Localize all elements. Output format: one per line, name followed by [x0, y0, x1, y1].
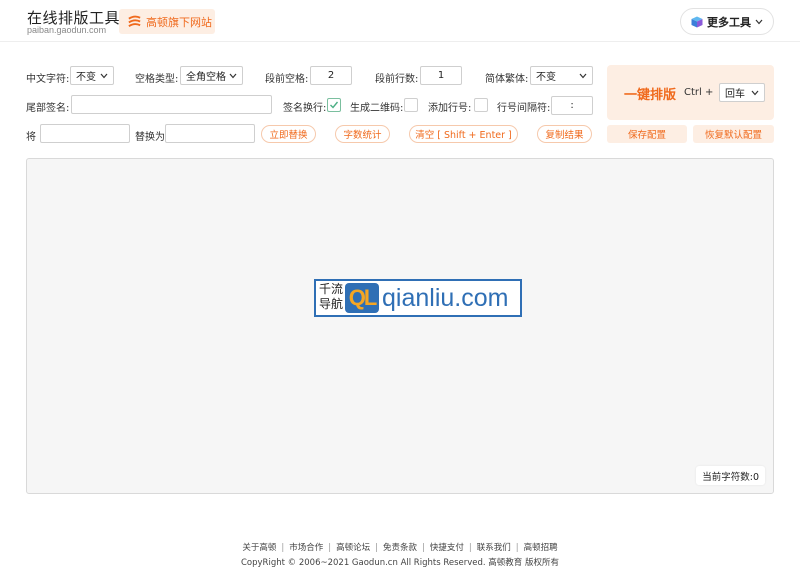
replace-to-input[interactable] [165, 124, 255, 143]
footer-link[interactable]: 联系我们 [477, 543, 511, 553]
one-click-format-button[interactable]: 一键排版 [624, 84, 676, 103]
word-count-button[interactable]: 字数统计 [335, 125, 390, 143]
replace-from-label: 将 [26, 132, 36, 143]
para-space-label: 段前空格: [265, 74, 309, 85]
space-type-label: 空格类型: [135, 74, 179, 85]
replace-to-label: 替换为 [135, 132, 165, 143]
footer-link[interactable]: 高顿论坛 [336, 543, 370, 553]
replace-now-button[interactable]: 立即替换 [261, 125, 316, 143]
text-editor[interactable]: 千流 导航 QL qianliu.com 当前字符数:0 [26, 158, 774, 494]
footer-links: 关于高顿 | 市场合作 | 高顿论坛 | 免责条款 | 快捷支付 | 联系我们 | 高顿招聘 [242, 543, 558, 553]
simp-trad-value: 不变 [536, 72, 556, 83]
footer-link[interactable]: 快捷支付 [430, 543, 464, 553]
replace-from-input[interactable] [40, 124, 130, 143]
watermark-ql: QL [345, 283, 379, 313]
space-type-value: 全角空格 [186, 72, 226, 83]
footer-link[interactable]: 免责条款 [383, 543, 417, 553]
simp-trad-select[interactable]: 不变 [530, 66, 593, 85]
shortcut-prefix: Ctrl + [684, 87, 714, 98]
shortcut-key-select[interactable]: 回车 [719, 83, 765, 102]
para-lines-input[interactable]: 1 [420, 66, 462, 85]
line-sep-label: 行号间隔符: [497, 103, 551, 114]
chinese-char-value: 不变 [76, 72, 96, 83]
sign-newline-label: 签名换行: [283, 103, 327, 114]
copyright: CopyRight © 2006~2021 Gaodun.cn All Righ… [241, 558, 559, 568]
more-tools-label: 更多工具 [707, 15, 751, 29]
brand-badge-label: 高顿旗下网站 [146, 15, 212, 29]
gaodun-logo-icon [128, 15, 141, 27]
chevron-down-icon [229, 73, 237, 79]
brand-badge[interactable]: 高顿旗下网站 [119, 9, 215, 34]
char-count-badge: 当前字符数:0 [696, 466, 765, 485]
line-no-label: 添加行号: [428, 103, 472, 114]
watermark-cn: 千流 导航 [319, 282, 343, 312]
cube-icon [691, 16, 703, 27]
footer-link[interactable]: 关于高顿 [242, 543, 276, 553]
line-sep-input[interactable]: : [551, 96, 593, 115]
watermark-cn-line2: 导航 [319, 297, 344, 311]
para-space-input[interactable]: 2 [310, 66, 352, 85]
restore-default-button[interactable]: 恢复默认配置 [693, 125, 774, 143]
simp-trad-label: 简体繁体: [485, 74, 529, 85]
chinese-char-label: 中文字符: [26, 74, 70, 85]
chevron-down-icon [751, 90, 759, 96]
tail-sign-label: 尾部签名: [26, 103, 70, 114]
check-icon [330, 101, 339, 109]
para-lines-label: 段前行数: [375, 74, 419, 85]
chinese-char-select[interactable]: 不变 [70, 66, 114, 85]
footer-link[interactable]: 市场合作 [289, 543, 323, 553]
watermark-domain: qianliu.com [382, 284, 509, 312]
tail-sign-input[interactable] [71, 95, 272, 114]
site-domain: paiban.gaodun.com [27, 25, 107, 35]
qrcode-checkbox[interactable] [404, 98, 418, 112]
one-click-panel: 一键排版 Ctrl + 回车 [607, 65, 774, 120]
clear-button[interactable]: 清空 [ Shift + Enter ] [409, 125, 518, 143]
chevron-down-icon [755, 19, 763, 24]
copy-result-button[interactable]: 复制结果 [537, 125, 592, 143]
more-tools-button[interactable]: 更多工具 [680, 8, 774, 35]
header: 在线排版工具 paiban.gaodun.com 高顿旗下网站 更多工具 [0, 0, 800, 42]
line-no-checkbox[interactable] [474, 98, 488, 112]
watermark-cn-line1: 千流 [319, 282, 344, 296]
sign-newline-checkbox[interactable] [327, 98, 341, 112]
footer-link[interactable]: 高顿招聘 [524, 543, 558, 553]
qrcode-label: 生成二维码: [350, 103, 404, 114]
chevron-down-icon [579, 73, 587, 79]
qianliu-watermark: 千流 导航 QL qianliu.com [314, 279, 522, 317]
chevron-down-icon [100, 73, 108, 79]
save-config-button[interactable]: 保存配置 [607, 125, 687, 143]
space-type-select[interactable]: 全角空格 [180, 66, 243, 85]
shortcut-key-value: 回车 [725, 89, 745, 100]
